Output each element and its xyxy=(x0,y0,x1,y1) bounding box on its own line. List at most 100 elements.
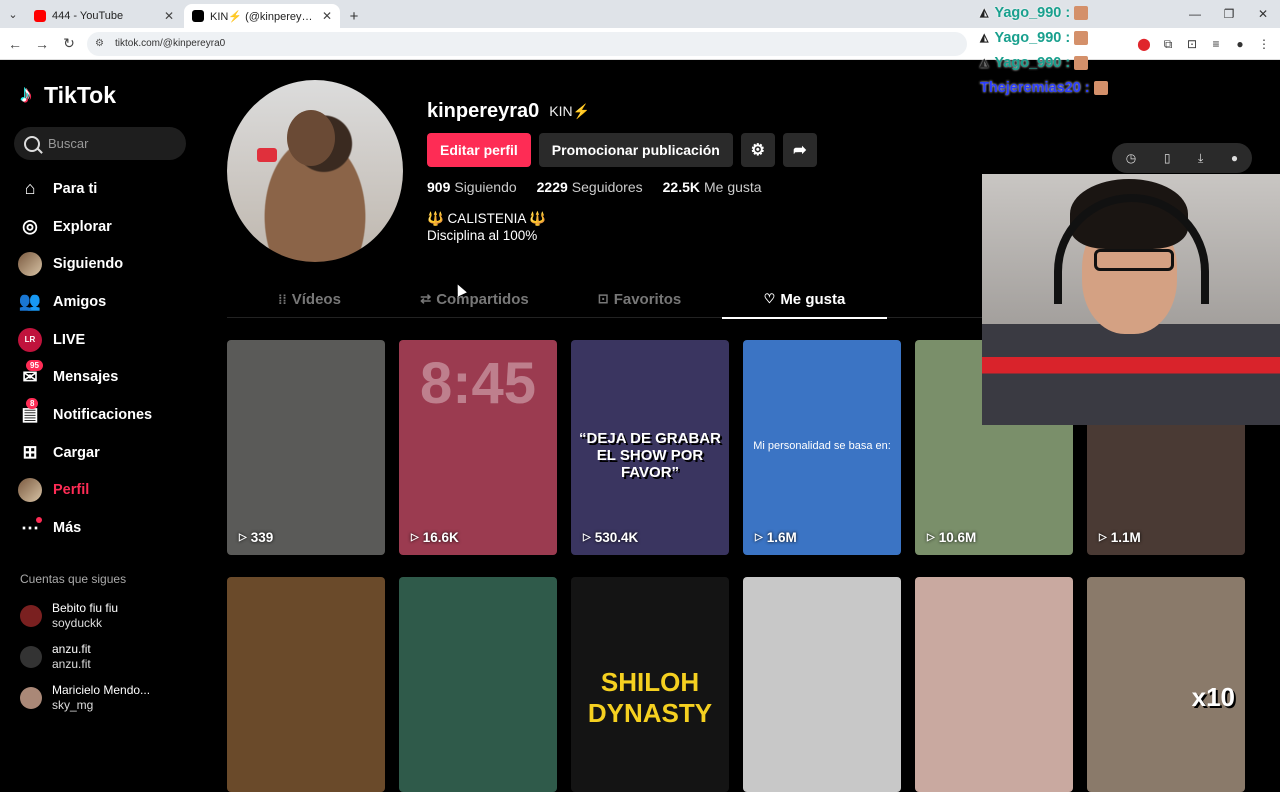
sidebar-item[interactable]: Perfil xyxy=(16,472,152,510)
settings-gear-icon[interactable]: ⚙ xyxy=(740,133,775,167)
tiktok-favicon-icon xyxy=(192,10,204,22)
edit-profile-button[interactable]: Editar perfil xyxy=(427,133,531,167)
search-box[interactable] xyxy=(14,127,186,160)
video-card[interactable] xyxy=(915,577,1073,792)
tab-icon: ⇄ xyxy=(420,291,432,306)
logo-text: TikTok xyxy=(44,82,116,108)
play-icon: ▷ xyxy=(411,532,419,543)
sidebar-item-label: LIVE xyxy=(53,331,86,348)
video-card[interactable] xyxy=(743,577,901,792)
tab-search-icon[interactable]: ⌄ xyxy=(0,0,26,28)
browser-tab-youtube[interactable]: 444 - YouTube ✕ xyxy=(26,4,182,28)
emote-icon xyxy=(1074,30,1089,45)
sidebar-item-label: Amigos xyxy=(53,293,107,310)
download-icon[interactable]: ⤓ xyxy=(1198,151,1203,166)
following-item[interactable]: Bebito fiu fiu soyduckk xyxy=(20,595,150,636)
profile-icon[interactable]: ● xyxy=(1232,32,1248,56)
video-card[interactable]: 8:45 ▷ 16.6K xyxy=(399,340,557,555)
sidebar-item[interactable]: LR LIVE xyxy=(16,321,152,359)
avatar xyxy=(20,604,42,627)
sidebar-item[interactable]: Siguiendo xyxy=(16,245,152,283)
avatar xyxy=(18,252,42,277)
back-icon[interactable]: ← xyxy=(3,32,27,56)
upload-icon: ⊞ xyxy=(22,442,38,463)
view-count: ▷ 1.1M xyxy=(1099,530,1141,545)
video-card[interactable] xyxy=(227,577,385,792)
tab-icon: ⁞⁞ xyxy=(278,291,287,307)
restore-icon[interactable]: ❐ xyxy=(1212,0,1246,28)
media-icon[interactable]: ≡ xyxy=(1208,32,1224,56)
tab-label: Favoritos xyxy=(613,290,682,308)
sidebar-item[interactable]: ⌂ Para ti xyxy=(16,170,152,208)
following-names: Maricielo Mendo... sky_mg xyxy=(52,683,150,713)
following-item[interactable]: anzu.fit anzu.fit xyxy=(20,636,150,677)
profile-actions: Editar perfil Promocionar publicación ⚙ … xyxy=(427,133,817,167)
search-input[interactable] xyxy=(48,136,168,151)
sidebar-item[interactable]: ▤ 8 Notificaciones xyxy=(16,396,152,434)
profile-tab[interactable]: ⊡ Favoritos xyxy=(557,280,722,318)
new-tab-button[interactable]: + xyxy=(342,4,366,28)
sidebar-item[interactable]: ◎ Explorar xyxy=(16,208,152,246)
reload-icon[interactable]: ↻ xyxy=(57,32,81,56)
close-tab-icon[interactable]: ✕ xyxy=(164,9,174,23)
sidebar-item[interactable]: ⋯ Más xyxy=(16,509,152,547)
close-window-icon[interactable]: ✕ xyxy=(1246,0,1280,28)
cast-icon[interactable]: ⊡ xyxy=(1184,32,1200,56)
video-card[interactable]: x10 xyxy=(1087,577,1245,792)
bot-icon: ◭ xyxy=(980,7,989,19)
emote-icon xyxy=(1074,5,1089,20)
stat-item[interactable]: 909 Siguiendo xyxy=(427,179,527,195)
history-icon[interactable]: ◷ xyxy=(1126,151,1136,165)
video-card[interactable]: Mi personalidad se basa en: ▷ 1.6M xyxy=(743,340,901,555)
profile-tab[interactable]: ⁞⁞ Vídeos xyxy=(227,280,392,318)
profile-tab[interactable]: ⇄ Compartidos xyxy=(392,280,557,318)
following-list: Bebito fiu fiu soyduckk anzu.fit anzu.fit Ma… xyxy=(20,595,150,718)
window-controls: — ❐ ✕ xyxy=(1178,0,1280,28)
view-count-text: 1.6M xyxy=(766,530,797,545)
sidebar-item-label: Más xyxy=(53,520,82,537)
play-icon: ▷ xyxy=(1099,532,1107,543)
sidebar-item-label: Perfil xyxy=(53,482,90,499)
following-name: Maricielo Mendo... xyxy=(52,682,151,697)
sidebar-item[interactable]: ✉ 95 Mensajes xyxy=(16,358,152,396)
forward-icon[interactable]: → xyxy=(30,32,54,56)
minimize-icon[interactable]: — xyxy=(1178,0,1212,28)
chat-user: Yago_990 : xyxy=(994,29,1071,46)
video-card[interactable]: SHILOH DYNASTY xyxy=(571,577,729,792)
chat-message: ◭ Yago_990 : xyxy=(980,50,1140,75)
tab-icon: ⊡ xyxy=(597,291,609,306)
stat-item[interactable]: 22.5K Me gusta xyxy=(663,179,772,195)
stat-item[interactable]: 2229 Seguidores xyxy=(537,179,653,195)
following-item[interactable]: Maricielo Mendo... sky_mg xyxy=(20,677,150,718)
tab-title: 444 - YouTube xyxy=(52,10,124,22)
video-card[interactable] xyxy=(399,577,557,792)
video-card[interactable]: ▷ 339 xyxy=(227,340,385,555)
menu-icon[interactable]: ⋮ xyxy=(1256,32,1272,56)
tab-icon: ♡ xyxy=(763,291,776,306)
promote-post-button[interactable]: Promocionar publicación xyxy=(538,133,733,167)
following-username: sky_mg xyxy=(52,697,94,712)
avatar xyxy=(20,645,42,668)
bot-icon: ◭ xyxy=(980,57,989,69)
video-card[interactable]: “DEJA DE GRABAR EL SHOW POR FAVOR” ▷ 530.4… xyxy=(571,340,729,555)
user-avatar-icon[interactable]: ● xyxy=(1231,151,1238,165)
share-icon[interactable]: ➦ xyxy=(782,133,817,167)
chat-message: ◭ Yago_990 : xyxy=(980,25,1140,50)
sidebar-item-label: Cargar xyxy=(53,444,100,461)
view-count-text: 339 xyxy=(250,530,274,545)
tiktok-logo[interactable]: TikTok xyxy=(20,81,116,109)
sidebar-item[interactable]: ⊞ Cargar xyxy=(16,434,152,472)
url-field[interactable]: ⚙ tiktok.com/@kinpereyra0 xyxy=(87,31,967,56)
sidebar-item[interactable]: 👥 Amigos xyxy=(16,283,152,321)
device-icon[interactable]: ▯ xyxy=(1164,151,1171,165)
close-tab-icon[interactable]: ✕ xyxy=(322,9,332,23)
sidebar-item-label: Siguiendo xyxy=(53,256,124,273)
live-icon: LR xyxy=(16,327,44,352)
site-info-icon[interactable]: ⚙ xyxy=(95,38,109,49)
extensions-icon[interactable]: ⧉ xyxy=(1160,32,1176,56)
profile-tab[interactable]: ♡ Me gusta xyxy=(722,280,887,319)
stat-label: Siguiendo xyxy=(454,179,517,195)
tiktok-page: TikTok ⌂ Para ti ◎ Explorar Siguiendo 👥 Amigos… xyxy=(0,60,1280,792)
view-count-text: 530.4K xyxy=(594,530,639,545)
browser-tab-tiktok[interactable]: KIN⚡️ (@kinpereyra0) | TikTok ✕ xyxy=(184,4,340,28)
